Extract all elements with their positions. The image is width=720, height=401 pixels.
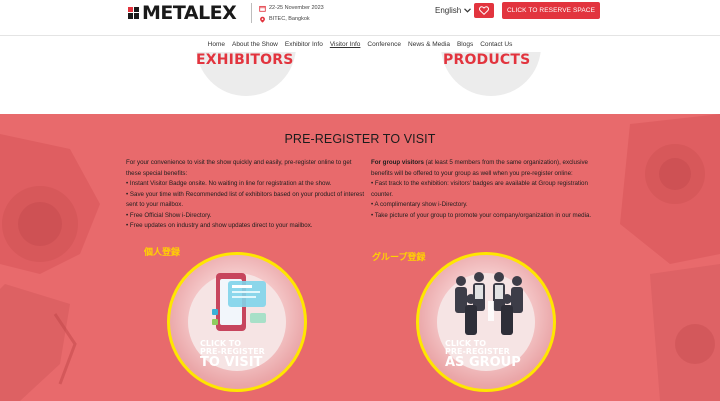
heart-icon [479,6,489,15]
registration-device-icon [212,273,266,331]
nav-item-about-the-show[interactable]: About the Show [232,38,278,51]
event-location: BITEC, Bangkok [269,16,310,22]
nav-item-news-media[interactable]: News & Media [408,38,450,51]
group-benefit: • A complimentary show i-Directory. [371,201,468,208]
nav-item-blogs[interactable]: Blogs [457,38,473,51]
preregister-section: PRE-REGISTER TO VISIT For your convenien… [0,114,720,401]
visit-button-label: CLICK TO PRE-REGISTER TO VISIT [200,340,265,370]
visit-line3: TO VISIT [200,355,263,370]
individual-benefit: • Free updates on industry and show upda… [126,222,313,229]
individual-jp-label: 個人登録 [144,247,181,257]
individual-benefit: • Free Official Show i-Directory. [126,211,212,219]
favorites-button[interactable] [474,3,494,18]
individual-intro: For your convenience to visit the show q… [126,159,352,177]
event-date: 22-25 November 2023 [269,5,324,11]
logo-text: METALEX [142,2,237,24]
machine-right-decoration [620,114,720,401]
nav-item-conference[interactable]: Conference [367,38,401,51]
logo-mark-icon [128,5,140,21]
group-people-icon [455,272,523,335]
group-button-label: CLICK TO PRE-REGISTER AS GROUP [445,340,521,370]
calendar-icon [259,5,266,12]
nav-item-visitor-info[interactable]: Visitor Info [330,38,361,51]
site-header: METALEX 22-25 November 2023 BITEC, Bangk… [0,0,720,36]
language-selector[interactable]: English [435,6,472,15]
preregister-visit-button[interactable]: CLICK TO PRE-REGISTER TO VISIT [167,252,307,392]
preregister-title: PRE-REGISTER TO VISIT [284,132,436,146]
nav-item-home[interactable]: Home [208,38,225,51]
reserve-space-button[interactable]: CLICK TO RESERVE SPACE [502,2,600,19]
group-line3: AS GROUP [445,355,521,370]
search-products-label: PRODUCTS [443,52,531,68]
individual-benefit: • Instant Visitor Badge onsite. No waiti… [126,180,332,187]
individual-benefit: • Save your time with Recommended list o… [126,190,365,209]
group-intro-bold: For group visitors [371,159,424,166]
group-benefit: • Fast track to the exhibition: visitors… [371,180,588,198]
language-label: English [435,6,462,15]
event-info: 22-25 November 2023 BITEC, Bangkok [259,3,324,25]
search-cards-strip: EXHIBITORS PRODUCTS [0,52,720,114]
main-nav: Home About the Show Exhibitor Info Visit… [0,38,720,51]
group-intro: For group visitors (at least 5 members f… [371,158,607,179]
group-benefit: • Take picture of your group to promote … [371,211,592,219]
header-divider [251,3,252,23]
group-jp-label: グループ登録 [372,252,426,262]
header-rule [0,35,720,36]
group-benefits: For group visitors (at least 5 members f… [371,158,607,221]
individual-benefits: For your convenience to visit the show q… [126,158,366,232]
location-pin-icon [260,16,265,23]
preregister-group-button[interactable]: CLICK TO PRE-REGISTER AS GROUP [416,252,556,392]
machine-left-decoration [0,134,100,401]
search-exhibitors-label: EXHIBITORS [196,52,294,68]
nav-item-exhibitor-info[interactable]: Exhibitor Info [285,38,323,51]
metalex-logo[interactable]: METALEX [128,2,237,24]
chevron-down-icon [464,8,472,13]
nav-item-contact-us[interactable]: Contact Us [480,38,512,51]
